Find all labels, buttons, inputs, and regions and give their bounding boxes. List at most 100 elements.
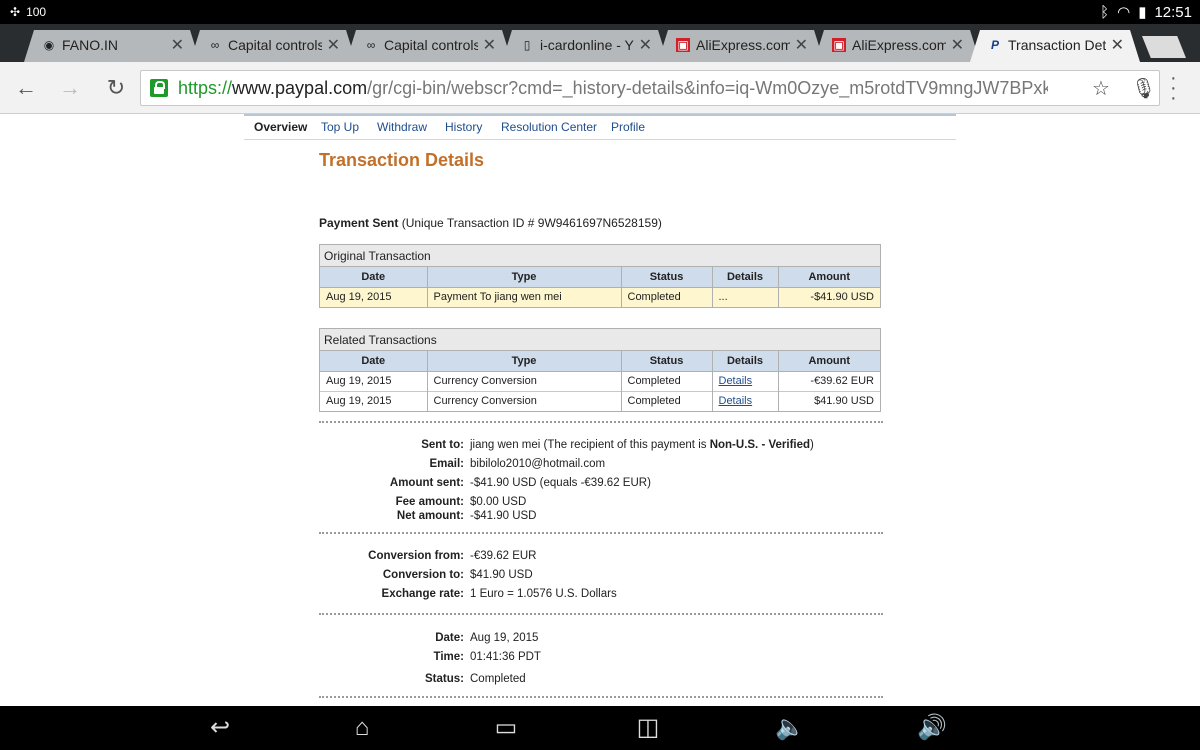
time-label: Time: xyxy=(433,651,464,663)
date-label: Date: xyxy=(435,632,464,644)
tab-title: FANO.IN xyxy=(62,37,119,53)
subnav-top-up[interactable]: Top Up xyxy=(321,120,359,134)
usb-debug-icon: ✣ xyxy=(10,5,21,19)
tab-fano[interactable]: ◉ FANO.IN ✕ xyxy=(24,30,200,62)
microphone-icon[interactable]: 🎙 xyxy=(1131,76,1156,101)
home-nav-icon[interactable]: ⌂ xyxy=(342,714,382,742)
col-status: Status xyxy=(621,267,713,288)
related-transactions-table: Related Transactions Date Type Status De… xyxy=(319,328,881,412)
table-row: Aug 19, 2015 Payment To jiang wen mei Co… xyxy=(320,286,880,307)
android-nav-bar: ↩ ⌂ ▭ ◫ 🔈 🔊 xyxy=(0,706,1200,750)
close-icon[interactable]: ✕ xyxy=(1111,35,1124,55)
email-value: bibilolo2010@hotmail.com xyxy=(470,458,606,470)
col-amount: Amount xyxy=(778,351,880,372)
sent-to-close: ) xyxy=(810,439,814,451)
clock: 12:51 xyxy=(1154,3,1192,21)
new-tab-button[interactable] xyxy=(1142,36,1186,58)
subnav-overview[interactable]: Overview xyxy=(254,120,307,134)
volume-up-icon[interactable]: 🔊 xyxy=(912,714,952,742)
close-icon[interactable]: ✕ xyxy=(483,35,496,55)
email-row: Email: bibilolo2010@hotmail.com xyxy=(304,458,904,474)
status-bar: ✣ 100 ᛒ ◠ ▮ 12:51 xyxy=(0,0,1200,24)
url-scheme: https:// xyxy=(178,78,233,98)
tab-title: AliExpress.com xyxy=(696,37,790,53)
tab-title: i-cardonline - Ync xyxy=(540,37,634,53)
table-row: Aug 19, 2015 Currency Conversion Complet… xyxy=(320,370,880,391)
transaction-id: (Unique Transaction ID # 9W9461697N65281… xyxy=(401,216,662,230)
address-bar[interactable]: https://www.paypal.com/gr/cgi-bin/webscr… xyxy=(140,70,1160,106)
email-label: Email: xyxy=(429,458,464,470)
cell-amount: -€39.62 EUR xyxy=(778,370,880,391)
subnav-history[interactable]: History xyxy=(445,120,482,134)
status-row: Status: Completed xyxy=(304,673,904,689)
details-link[interactable]: Details xyxy=(719,375,753,387)
back-nav-icon[interactable]: ↩ xyxy=(200,714,240,742)
dotted-divider xyxy=(319,696,883,698)
cell-type: Payment To jiang wen mei xyxy=(427,286,622,307)
close-icon[interactable]: ✕ xyxy=(639,35,652,55)
dotted-divider xyxy=(319,532,883,534)
details-link[interactable]: Details xyxy=(719,395,753,407)
cell-amount: -$41.90 USD xyxy=(778,286,880,307)
conversion-from-value: -€39.62 EUR xyxy=(470,550,537,562)
col-details: Details xyxy=(712,351,779,372)
col-amount: Amount xyxy=(778,267,880,288)
subnav-resolution-center[interactable]: Resolution Center xyxy=(501,120,597,134)
page-title: Transaction Details xyxy=(319,150,485,170)
tab-aliexpress-2[interactable]: ▣ AliExpress.com ✕ xyxy=(814,30,980,62)
tab-transaction-details[interactable]: P Transaction Deta ✕ xyxy=(970,30,1140,62)
page-icon: ▯ xyxy=(523,38,531,52)
cell-status: Completed xyxy=(621,370,713,391)
col-date: Date xyxy=(320,351,428,372)
col-status: Status xyxy=(621,351,713,372)
amount-sent-row: Amount sent: -$41.90 USD (equals -€39.62… xyxy=(304,477,904,493)
col-type: Type xyxy=(427,267,622,288)
tab-capital-controls-2[interactable]: ∞ Capital controls, ✕ xyxy=(346,30,512,62)
url-host: www.paypal.com xyxy=(232,78,368,98)
news-icon: ∞ xyxy=(210,38,220,52)
bookmark-star-icon[interactable]: ☆ xyxy=(1092,76,1110,101)
close-icon[interactable]: ✕ xyxy=(171,35,184,55)
cell-status: Completed xyxy=(621,390,713,411)
exchange-rate-value: 1 Euro = 1.0576 U.S. Dollars xyxy=(470,588,617,600)
cell-status: Completed xyxy=(621,286,713,307)
reload-icon[interactable]: ↻ xyxy=(102,74,130,102)
overflow-menu-icon[interactable]: · · · xyxy=(1170,68,1177,108)
tab-title: Capital controls, xyxy=(228,37,322,53)
aliexpress-icon: ▣ xyxy=(677,38,689,52)
account-subnav: Overview Top Up Withdraw History Resolut… xyxy=(244,114,956,140)
tab-title: Capital controls, xyxy=(384,37,478,53)
amount-sent-value: -$41.90 USD (equals -€39.62 EUR) xyxy=(470,477,651,489)
subnav-profile[interactable]: Profile xyxy=(611,120,645,134)
sent-to-value: jiang wen mei (The recipient of this pay… xyxy=(470,439,710,451)
subnav-withdraw[interactable]: Withdraw xyxy=(377,120,427,134)
tab-i-cardonline[interactable]: ▯ i-cardonline - Ync ✕ xyxy=(502,30,668,62)
close-icon[interactable]: ✕ xyxy=(327,35,340,55)
status-value: Completed xyxy=(470,673,526,685)
exchange-rate-label: Exchange rate: xyxy=(381,588,464,600)
date-value: Aug 19, 2015 xyxy=(470,632,539,644)
tab-aliexpress-1[interactable]: ▣ AliExpress.com ✕ xyxy=(658,30,824,62)
tab-capital-controls-1[interactable]: ∞ Capital controls, ✕ xyxy=(190,30,356,62)
volume-down-icon[interactable]: 🔈 xyxy=(770,714,810,742)
fee-label: Fee amount: xyxy=(395,496,464,508)
url-text[interactable]: https://www.paypal.com/gr/cgi-bin/webscr… xyxy=(178,78,1048,99)
recents-nav-icon[interactable]: ▭ xyxy=(486,714,526,742)
back-icon[interactable]: ← xyxy=(12,74,40,102)
cell-date: Aug 19, 2015 xyxy=(320,286,428,307)
close-icon[interactable]: ✕ xyxy=(951,35,964,55)
net-row: Net amount: -$41.90 USD xyxy=(304,510,904,526)
cell-type: Currency Conversion xyxy=(427,390,622,411)
time-value: 01:41:36 PDT xyxy=(470,651,541,663)
fee-value: $0.00 USD xyxy=(470,496,527,508)
paypal-icon: P xyxy=(990,38,999,52)
lock-icon xyxy=(150,79,168,97)
close-icon[interactable]: ✕ xyxy=(795,35,808,55)
cell-amount: $41.90 USD xyxy=(778,390,880,411)
cell-details: ... xyxy=(712,286,779,307)
page-content: Overview Top Up Withdraw History Resolut… xyxy=(0,114,1200,706)
forward-icon[interactable]: → xyxy=(56,74,84,102)
bluetooth-icon: ᛒ xyxy=(1100,3,1110,21)
conversion-from-row: Conversion from: -€39.62 EUR xyxy=(304,550,904,566)
screenshot-icon[interactable]: ◫ xyxy=(628,714,668,742)
